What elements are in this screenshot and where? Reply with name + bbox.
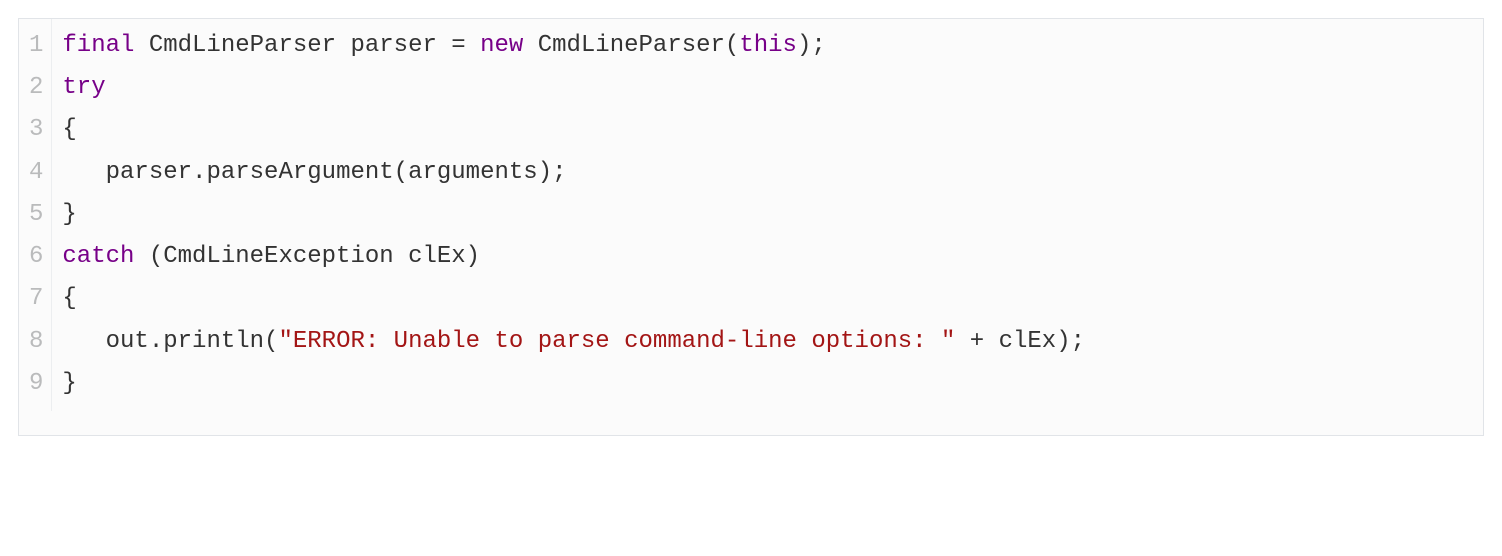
line-number: 4	[29, 152, 45, 194]
code-token: {	[62, 285, 76, 312]
code-token: {	[62, 116, 76, 143]
code-token: new	[480, 32, 523, 59]
code-area[interactable]: final CmdLineParser parser = new CmdLine…	[52, 19, 1483, 411]
line-number: 9	[29, 363, 45, 405]
code-line: catch (CmdLineException clEx)	[62, 236, 1471, 278]
line-number-gutter: 123456789	[19, 19, 52, 411]
line-number: 5	[29, 194, 45, 236]
code-token: "ERROR: Unable to parse command-line opt…	[278, 328, 955, 355]
code-token: CmdLineParser(	[523, 32, 739, 59]
code-line: try	[62, 67, 1471, 109]
code-line: {	[62, 278, 1471, 320]
code-token: (CmdLineException clEx)	[134, 243, 480, 270]
code-token: CmdLineParser parser =	[134, 32, 480, 59]
code-token: out.println(	[106, 328, 279, 355]
code-token: + clEx);	[955, 328, 1085, 355]
code-line: }	[62, 194, 1471, 236]
line-number: 7	[29, 278, 45, 320]
line-number: 1	[29, 25, 45, 67]
code-token: );	[797, 32, 826, 59]
line-number: 2	[29, 67, 45, 109]
code-token: }	[62, 201, 76, 228]
code-token: catch	[62, 243, 134, 270]
code-token: }	[62, 370, 76, 397]
code-token: try	[62, 74, 105, 101]
code-token: final	[62, 32, 134, 59]
code-token: parser.parseArgument(arguments);	[106, 159, 567, 186]
code-line: out.println("ERROR: Unable to parse comm…	[62, 321, 1471, 363]
line-number: 6	[29, 236, 45, 278]
line-number: 8	[29, 321, 45, 363]
code-token: this	[739, 32, 797, 59]
code-line: {	[62, 109, 1471, 151]
line-number: 3	[29, 109, 45, 151]
code-line: parser.parseArgument(arguments);	[62, 152, 1471, 194]
code-line: final CmdLineParser parser = new CmdLine…	[62, 25, 1471, 67]
code-block: 123456789 final CmdLineParser parser = n…	[18, 18, 1484, 436]
code-line: }	[62, 363, 1471, 405]
